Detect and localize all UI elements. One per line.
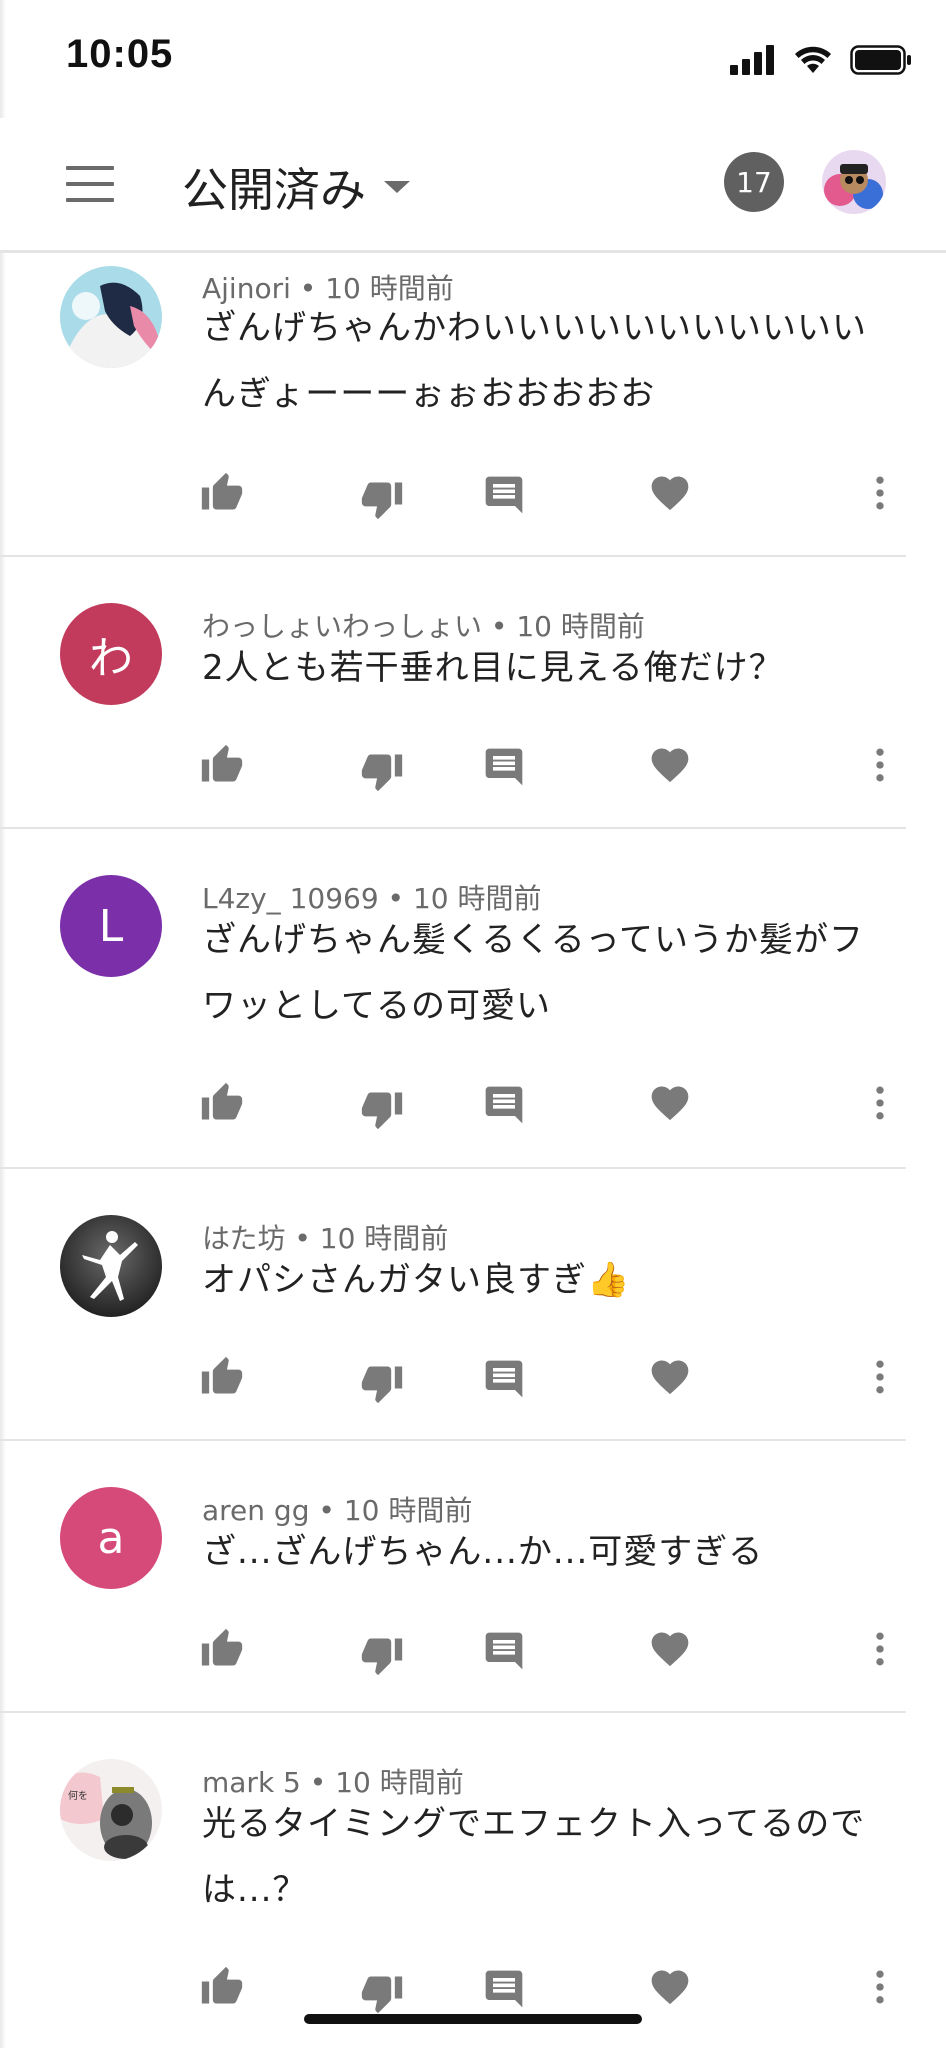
thumb-up-icon[interactable] [200, 743, 244, 787]
commenter-avatar[interactable]: a [60, 1487, 162, 1589]
comment-text: 光るタイミングでエフェクト入ってるので は...？ [202, 1804, 866, 1910]
comment-icon[interactable] [482, 473, 526, 517]
notification-count-badge[interactable]: 17 [724, 152, 784, 212]
heart-icon[interactable] [648, 743, 692, 787]
comment-list: Ajinori • 10 時間前 ざんげちゃんかわいいいいいいいいいいい んぎょ… [0, 253, 946, 2051]
comment-text: ざんげちゃん髪くるくるっていうか髪がフ ワッとしてるの可愛い [202, 920, 864, 1026]
commenter-avatar[interactable]: 何を [60, 1759, 162, 1861]
heart-icon[interactable] [648, 1081, 692, 1125]
comment-icon[interactable] [482, 1629, 526, 1673]
thumb-up-icon[interactable] [200, 1355, 244, 1399]
thumb-down-icon[interactable] [360, 1971, 404, 2015]
signal-icon [730, 45, 774, 75]
wifi-icon [795, 46, 831, 73]
comment-actions [0, 743, 906, 793]
battery-icon [850, 45, 911, 75]
more-vertical-icon[interactable] [858, 1627, 902, 1671]
status-time: 10:05 [66, 32, 174, 76]
heart-icon[interactable] [648, 1355, 692, 1399]
comment-item: L L4zy_ 10969 • 10 時間前 ざんげちゃん髪くるくるっていうか髪… [0, 829, 906, 1169]
heart-icon[interactable] [648, 1965, 692, 2009]
app-bar: 公開済み 17 [0, 118, 946, 253]
commenter-avatar[interactable]: L [60, 875, 162, 977]
page-title: 公開済み [182, 163, 366, 217]
comment-icon[interactable] [482, 745, 526, 789]
more-vertical-icon[interactable] [858, 743, 902, 787]
thumb-up-icon[interactable] [200, 471, 244, 515]
comment-actions [0, 471, 906, 521]
comment-actions [0, 1081, 906, 1131]
svg-text:何を: 何を [68, 1789, 88, 1802]
thumb-down-icon[interactable] [360, 1633, 404, 1677]
heart-icon[interactable] [648, 471, 692, 515]
commenter-avatar[interactable]: わ [60, 603, 162, 705]
comment-text: 2人とも若干垂れ目に見える俺だけ？ [202, 648, 784, 688]
home-indicator[interactable] [304, 2014, 642, 2024]
filter-dropdown[interactable]: 公開済み [182, 154, 410, 220]
more-vertical-icon[interactable] [858, 471, 902, 515]
thumb-down-icon[interactable] [360, 1361, 404, 1405]
comment-item: Ajinori • 10 時間前 ざんげちゃんかわいいいいいいいいいいい んぎょ… [0, 253, 906, 557]
thumb-down-icon[interactable] [360, 477, 404, 521]
commenter-avatar[interactable] [60, 266, 162, 368]
comment-text: ざんげちゃんかわいいいいいいいいいいい んぎょーーーぉぉおおおおお [202, 308, 867, 414]
thumb-up-icon[interactable] [200, 1627, 244, 1671]
more-vertical-icon[interactable] [858, 1965, 902, 2009]
comment-actions [0, 1965, 906, 2015]
commenter-avatar[interactable] [60, 1215, 162, 1317]
status-icons [730, 42, 912, 78]
comment-item: わ わっしょいわっしょい • 10 時間前 2人とも若干垂れ目に見える俺だけ？ [0, 557, 906, 829]
comment-icon[interactable] [482, 1083, 526, 1127]
status-bar: 10:05 [0, 0, 946, 118]
triangle-down-icon [384, 181, 410, 193]
comment-actions [0, 1627, 906, 1677]
thumb-up-icon[interactable] [200, 1965, 244, 2009]
thumb-down-icon[interactable] [360, 749, 404, 793]
more-vertical-icon[interactable] [858, 1355, 902, 1399]
comment-item: 何を mark 5 • 10 時間前 光るタイミングでエフェクト入ってるので は… [0, 1713, 906, 2051]
comment-icon[interactable] [482, 1967, 526, 2011]
more-vertical-icon[interactable] [858, 1081, 902, 1125]
comment-actions [0, 1355, 906, 1405]
comment-item: a aren gg • 10 時間前 ざ...ざんげちゃん...か...可愛すぎ… [0, 1441, 906, 1713]
comment-icon[interactable] [482, 1357, 526, 1401]
comment-text: オパシさんガタい良すぎ👍 [202, 1260, 631, 1300]
thumb-down-icon[interactable] [360, 1087, 404, 1131]
hamburger-icon[interactable] [66, 166, 114, 202]
thumb-up-icon[interactable] [200, 1081, 244, 1125]
comment-text: ざ...ざんげちゃん...か...可愛すぎる [202, 1532, 764, 1572]
profile-avatar[interactable] [822, 150, 886, 214]
comment-item: はた坊 • 10 時間前 オパシさんガタい良すぎ👍 [0, 1169, 906, 1441]
heart-icon[interactable] [648, 1627, 692, 1671]
